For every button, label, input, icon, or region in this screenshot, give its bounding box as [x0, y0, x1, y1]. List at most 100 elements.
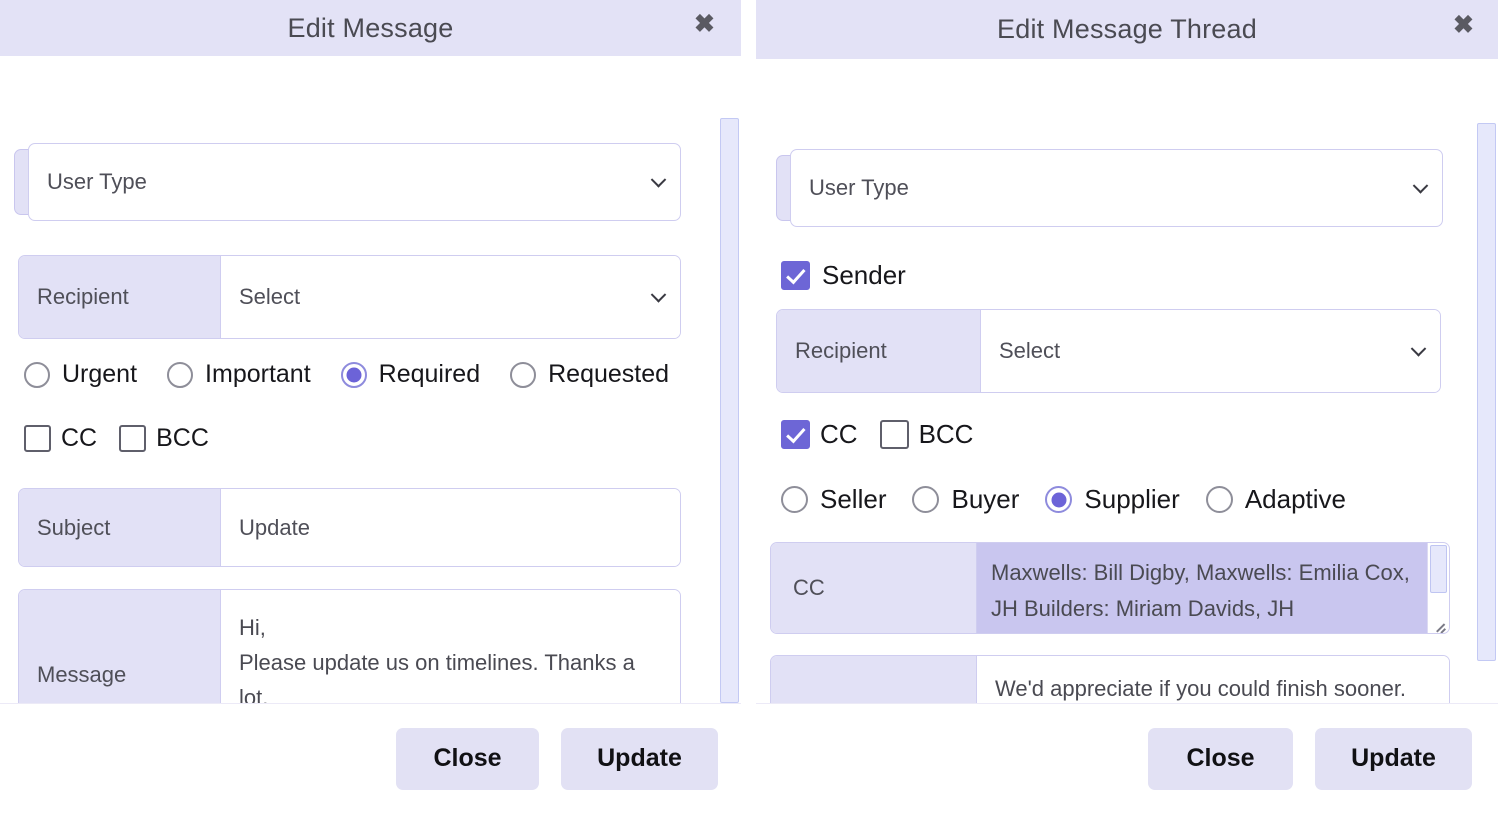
- priority-option-label: Urgent: [62, 360, 137, 389]
- cc-label: CC: [771, 543, 977, 633]
- recipient-label-text: Recipient: [795, 338, 887, 364]
- priority-option-requested[interactable]: Requested: [510, 360, 669, 389]
- role-option-label: Adaptive: [1245, 484, 1346, 515]
- recipient-value: Select: [999, 338, 1060, 364]
- role-option-adaptive[interactable]: Adaptive: [1206, 484, 1346, 515]
- recipient-select[interactable]: Select: [981, 310, 1440, 392]
- cc-checkbox[interactable]: CC: [24, 424, 97, 453]
- close-button[interactable]: Close: [1148, 728, 1293, 790]
- role-option-label: Supplier: [1084, 484, 1179, 515]
- dialog-body: User Type Recipient Select Urgent: [0, 112, 741, 759]
- edit-message-dialog: Edit Message ✖ User Type Recipient Selec…: [0, 0, 741, 813]
- dialog-header: Edit Message Thread ✖: [756, 0, 1498, 59]
- checkbox-icon-checked[interactable]: [781, 261, 810, 290]
- resize-handle-icon[interactable]: [1433, 618, 1447, 632]
- subject-label: Subject: [19, 489, 221, 566]
- role-radio-group: Seller Buyer Supplier Adaptive: [781, 484, 1346, 515]
- close-icon[interactable]: ✖: [1453, 13, 1474, 38]
- priority-option-label: Important: [205, 360, 311, 389]
- role-option-seller[interactable]: Seller: [781, 484, 886, 515]
- cc-textarea[interactable]: Maxwells: Bill Digby, Maxwells: Emilia C…: [977, 543, 1449, 633]
- radio-icon[interactable]: [781, 486, 808, 513]
- cc-label: CC: [820, 419, 858, 450]
- role-option-supplier[interactable]: Supplier: [1045, 484, 1179, 515]
- dialog-header: Edit Message ✖: [0, 0, 741, 56]
- chevron-down-icon: [651, 172, 667, 188]
- radio-icon[interactable]: [912, 486, 939, 513]
- dialog-footer: Close Update: [0, 703, 741, 813]
- select-box[interactable]: User Type: [28, 143, 681, 221]
- recipient-row: Recipient Select: [776, 309, 1441, 393]
- subject-value: Update: [239, 515, 310, 541]
- cc-label: CC: [61, 424, 97, 453]
- radio-icon-selected[interactable]: [1045, 486, 1072, 513]
- bcc-checkbox[interactable]: BCC: [119, 424, 209, 453]
- priority-option-required[interactable]: Required: [341, 360, 480, 389]
- cc-row: CC Maxwells: Bill Digby, Maxwells: Emili…: [770, 542, 1450, 634]
- scrollbar-thumb[interactable]: [1430, 545, 1447, 593]
- recipient-value: Select: [239, 284, 300, 310]
- message-value: Hi, Please update us on timelines. Thank…: [239, 610, 662, 715]
- role-option-label: Seller: [820, 484, 886, 515]
- radio-icon[interactable]: [167, 362, 193, 388]
- scrollbar-thumb[interactable]: [720, 118, 739, 703]
- update-button[interactable]: Update: [561, 728, 718, 790]
- recipient-select[interactable]: Select: [221, 256, 680, 338]
- cc-textarea-scrollbar[interactable]: [1427, 543, 1449, 633]
- bcc-label: BCC: [156, 424, 209, 453]
- dialog-scrollbar[interactable]: [718, 112, 741, 759]
- dialog-scrollbar[interactable]: [1475, 118, 1498, 762]
- user-type-value: User Type: [791, 175, 909, 201]
- message-label-text: Message: [37, 662, 126, 688]
- recipient-label: Recipient: [777, 310, 981, 392]
- cc-value: Maxwells: Bill Digby, Maxwells: Emilia C…: [991, 555, 1421, 627]
- priority-option-important[interactable]: Important: [167, 360, 311, 389]
- dialog-body: User Type Sender Recipient Select: [756, 118, 1498, 762]
- checkbox-icon[interactable]: [24, 425, 51, 452]
- cc-checkbox[interactable]: CC: [781, 419, 858, 450]
- checkbox-icon[interactable]: [880, 420, 909, 449]
- bcc-label: BCC: [919, 419, 974, 450]
- cc-label-text: CC: [793, 575, 825, 601]
- close-button[interactable]: Close: [396, 728, 539, 790]
- copy-checkbox-group: CC BCC: [24, 424, 209, 453]
- radio-icon[interactable]: [1206, 486, 1233, 513]
- chevron-down-icon: [1413, 178, 1429, 194]
- priority-option-label: Required: [379, 360, 480, 389]
- sender-checkbox[interactable]: Sender: [781, 260, 906, 291]
- page-title: Edit Message: [288, 13, 454, 44]
- radio-icon[interactable]: [510, 362, 536, 388]
- recipient-label-text: Recipient: [37, 284, 129, 310]
- edit-message-thread-dialog: Edit Message Thread ✖ User Type Sender: [756, 0, 1498, 813]
- select-box[interactable]: User Type: [790, 149, 1443, 227]
- scrollbar-thumb[interactable]: [1477, 123, 1496, 661]
- page-title: Edit Message Thread: [997, 14, 1257, 45]
- priority-radio-group: Urgent Important Required Requested: [24, 360, 669, 389]
- user-type-select[interactable]: User Type: [776, 149, 1443, 227]
- recipient-label: Recipient: [19, 256, 221, 338]
- priority-option-urgent[interactable]: Urgent: [24, 360, 137, 389]
- role-option-label: Buyer: [951, 484, 1019, 515]
- role-option-buyer[interactable]: Buyer: [912, 484, 1019, 515]
- user-type-value: User Type: [29, 169, 147, 195]
- priority-option-label: Requested: [548, 360, 669, 389]
- radio-icon-selected[interactable]: [341, 362, 367, 388]
- sender-checkbox-group: Sender: [781, 260, 906, 291]
- radio-icon[interactable]: [24, 362, 50, 388]
- checkbox-icon-checked[interactable]: [781, 420, 810, 449]
- screen: Edit Message ✖ User Type Recipient Selec…: [0, 0, 1498, 813]
- copy-checkbox-group: CC BCC: [781, 419, 973, 450]
- recipient-row: Recipient Select: [18, 255, 681, 339]
- close-icon[interactable]: ✖: [694, 12, 715, 37]
- dialog-footer: Close Update: [756, 703, 1498, 813]
- bcc-checkbox[interactable]: BCC: [880, 419, 974, 450]
- user-type-select[interactable]: User Type: [14, 143, 681, 221]
- sender-label: Sender: [822, 260, 906, 291]
- subject-input[interactable]: Update: [221, 489, 680, 566]
- subject-label-text: Subject: [37, 515, 110, 541]
- message-value: We'd appreciate if you could finish soon…: [995, 670, 1406, 707]
- update-button[interactable]: Update: [1315, 728, 1472, 790]
- chevron-down-icon: [1411, 341, 1427, 357]
- subject-row: Subject Update: [18, 488, 681, 567]
- checkbox-icon[interactable]: [119, 425, 146, 452]
